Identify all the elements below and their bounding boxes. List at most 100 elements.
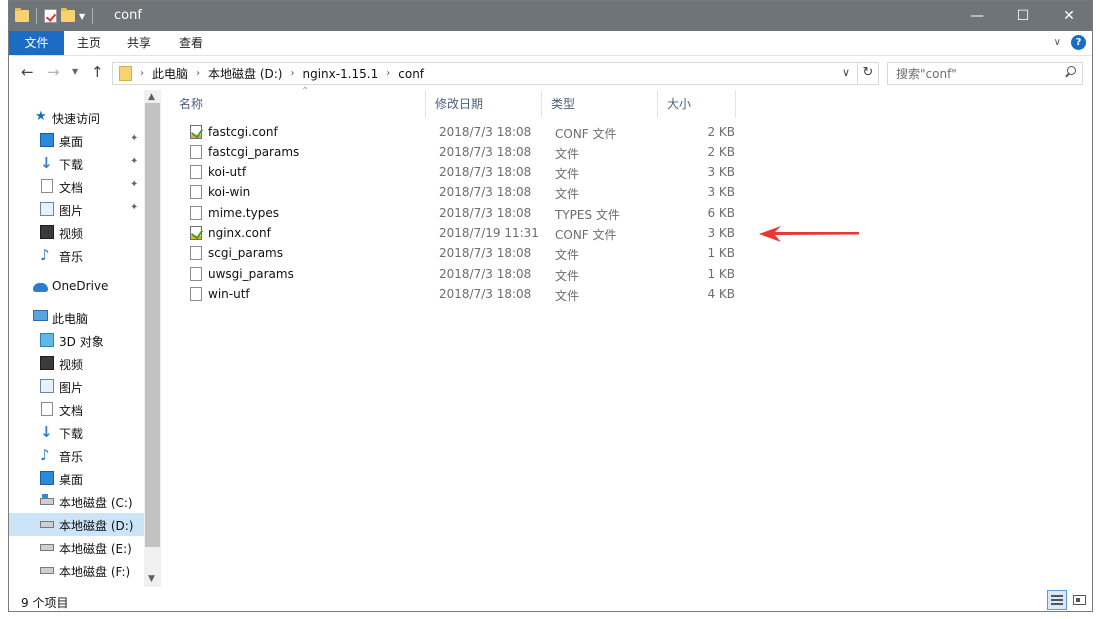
nav-quick-access[interactable]: ★ 快速访问 xyxy=(9,106,144,129)
nav-this-pc[interactable]: 此电脑 xyxy=(9,306,144,329)
back-arrow-icon[interactable]: ← xyxy=(21,63,34,81)
tab-share[interactable]: 共享 xyxy=(117,31,161,55)
nav-label: 桌面 xyxy=(59,135,84,149)
file-row[interactable]: win-utf 2018/7/3 18:08 文件 4 KB xyxy=(179,284,739,304)
tab-home[interactable]: 主页 xyxy=(67,31,111,55)
breadcrumb-nginx[interactable]: nginx-1.15.1 xyxy=(302,67,378,81)
file-row[interactable]: koi-win 2018/7/3 18:08 文件 3 KB xyxy=(179,182,739,202)
folder-icon xyxy=(15,8,29,22)
column-header-size[interactable]: 大小 xyxy=(657,90,735,118)
breadcrumb-this-pc[interactable]: 此电脑 xyxy=(152,65,188,82)
column-header-type[interactable]: 类型 xyxy=(541,90,657,118)
nav-drive-d[interactable]: 本地磁盘 (D:) xyxy=(9,513,144,536)
nav-onedrive[interactable]: OneDrive xyxy=(9,275,144,298)
pictures-icon xyxy=(40,379,54,393)
nav-quick-pictures[interactable]: 图片 ✦ xyxy=(9,198,144,221)
nav-desktop[interactable]: 桌面 xyxy=(9,467,144,490)
file-name: uwsgi_params xyxy=(208,267,294,281)
file-row[interactable]: fastcgi.conf 2018/7/3 18:08 CONF 文件 2 KB xyxy=(179,122,739,142)
file-type: 文件 xyxy=(555,289,580,303)
nav-music[interactable]: ♪ 音乐 xyxy=(9,444,144,467)
file-row[interactable]: uwsgi_params 2018/7/3 18:08 文件 1 KB xyxy=(179,264,739,284)
properties-icon[interactable] xyxy=(44,9,57,23)
close-button[interactable]: ✕ xyxy=(1046,1,1092,31)
download-icon: ↓ xyxy=(40,423,53,441)
tab-view[interactable]: 查看 xyxy=(169,31,213,55)
customize-toolbar-dropdown[interactable]: ▼ xyxy=(79,12,85,21)
breadcrumb-separator[interactable]: › xyxy=(290,68,294,79)
search-icon[interactable] xyxy=(1064,66,1076,78)
breadcrumb-separator[interactable]: › xyxy=(140,68,144,79)
expand-ribbon-chevron-icon[interactable]: ∨ xyxy=(1054,37,1061,48)
file-size: 3 KB xyxy=(707,165,735,179)
breadcrumb-separator[interactable]: › xyxy=(386,68,390,79)
column-header-date[interactable]: 修改日期 xyxy=(425,90,541,118)
address-dropdown-icon[interactable]: ∨ xyxy=(842,66,850,79)
refresh-button[interactable]: ↻ xyxy=(857,62,878,85)
nav-pictures[interactable]: 图片 xyxy=(9,375,144,398)
file-icon xyxy=(190,185,202,199)
nav-downloads[interactable]: ↓ 下载 xyxy=(9,421,144,444)
file-size: 1 KB xyxy=(707,246,735,260)
nav-label: 此电脑 xyxy=(52,312,89,326)
nav-documents[interactable]: 文档 xyxy=(9,398,144,421)
file-row[interactable]: mime.types 2018/7/3 18:08 TYPES 文件 6 KB xyxy=(179,203,739,223)
nav-label: OneDrive xyxy=(52,279,109,293)
minimize-button[interactable]: — xyxy=(954,1,1000,31)
nav-3d-objects[interactable]: 3D 对象 xyxy=(9,329,144,352)
music-icon: ♪ xyxy=(40,446,50,464)
pin-icon[interactable]: ✦ xyxy=(130,202,138,213)
file-type: TYPES 文件 xyxy=(555,208,620,222)
pin-icon[interactable]: ✦ xyxy=(130,179,138,190)
pin-icon[interactable]: ✦ xyxy=(130,133,138,144)
window-title: conf xyxy=(114,8,142,23)
scroll-thumb[interactable] xyxy=(145,103,160,547)
scroll-down-icon[interactable]: ▼ xyxy=(148,574,155,584)
search-input[interactable] xyxy=(888,63,1058,84)
maximize-button[interactable]: ☐ xyxy=(1000,1,1046,31)
conf-file-icon xyxy=(190,226,202,240)
breadcrumb-drive-d[interactable]: 本地磁盘 (D:) xyxy=(208,65,282,82)
up-arrow-icon[interactable]: ↑ xyxy=(91,63,104,81)
column-divider[interactable] xyxy=(735,90,736,118)
breadcrumb-separator[interactable]: › xyxy=(196,68,200,79)
quick-access-toolbar: ▼ xyxy=(15,7,96,25)
nav-quick-downloads[interactable]: ↓ 下载 ✦ xyxy=(9,152,144,175)
pin-icon[interactable]: ✦ xyxy=(130,156,138,167)
nav-quick-documents[interactable]: 文档 ✦ xyxy=(9,175,144,198)
nav-drive-f[interactable]: 本地磁盘 (F:) xyxy=(9,559,144,582)
nav-label: 视频 xyxy=(59,227,84,241)
help-icon[interactable]: ? xyxy=(1071,35,1086,50)
nav-label: 本地磁盘 (D:) xyxy=(59,519,134,533)
forward-arrow-icon[interactable]: → xyxy=(47,63,60,81)
file-size: 1 KB xyxy=(707,267,735,281)
nav-videos[interactable]: 视频 xyxy=(9,352,144,375)
drive-icon xyxy=(40,544,54,551)
file-row[interactable]: nginx.conf 2018/7/19 11:31 CONF 文件 3 KB xyxy=(179,223,739,243)
file-row[interactable]: fastcgi_params 2018/7/3 18:08 文件 2 KB xyxy=(179,142,739,162)
tab-file[interactable]: 文件 xyxy=(9,31,64,55)
column-header-name[interactable]: 名称 xyxy=(169,90,425,118)
file-date: 2018/7/3 18:08 xyxy=(439,165,532,179)
breadcrumb-conf[interactable]: conf xyxy=(398,67,424,81)
new-folder-icon[interactable] xyxy=(61,8,75,22)
file-row[interactable]: scgi_params 2018/7/3 18:08 文件 1 KB xyxy=(179,243,739,263)
recent-locations-dropdown[interactable]: ▼ xyxy=(72,67,78,76)
nav-scrollbar[interactable]: ▲ ▼ xyxy=(144,90,161,587)
nav-quick-videos[interactable]: 视频 xyxy=(9,221,144,244)
large-icons-view-button[interactable] xyxy=(1069,590,1089,610)
nav-drive-e[interactable]: 本地磁盘 (E:) xyxy=(9,536,144,559)
file-name: fastcgi.conf xyxy=(208,125,278,139)
address-row: ← → ▼ ↑ › 此电脑 › 本地磁盘 (D:) › nginx-1.15.1… xyxy=(9,58,1092,88)
file-row[interactable]: koi-utf 2018/7/3 18:08 文件 3 KB xyxy=(179,162,739,182)
window-controls: — ☐ ✕ xyxy=(954,1,1092,31)
nav-quick-music[interactable]: ♪ 音乐 xyxy=(9,244,144,267)
address-bar[interactable]: › 此电脑 › 本地磁盘 (D:) › nginx-1.15.1 › conf … xyxy=(112,62,879,85)
scroll-up-icon[interactable]: ▲ xyxy=(148,92,155,102)
nav-drive-c[interactable]: 本地磁盘 (C:) xyxy=(9,490,144,513)
nav-quick-desktop[interactable]: 桌面 ✦ xyxy=(9,129,144,152)
item-count: 9 个项目 xyxy=(21,596,69,610)
search-box[interactable] xyxy=(887,62,1083,85)
details-view-button[interactable] xyxy=(1047,590,1067,610)
file-date: 2018/7/3 18:08 xyxy=(439,125,532,139)
